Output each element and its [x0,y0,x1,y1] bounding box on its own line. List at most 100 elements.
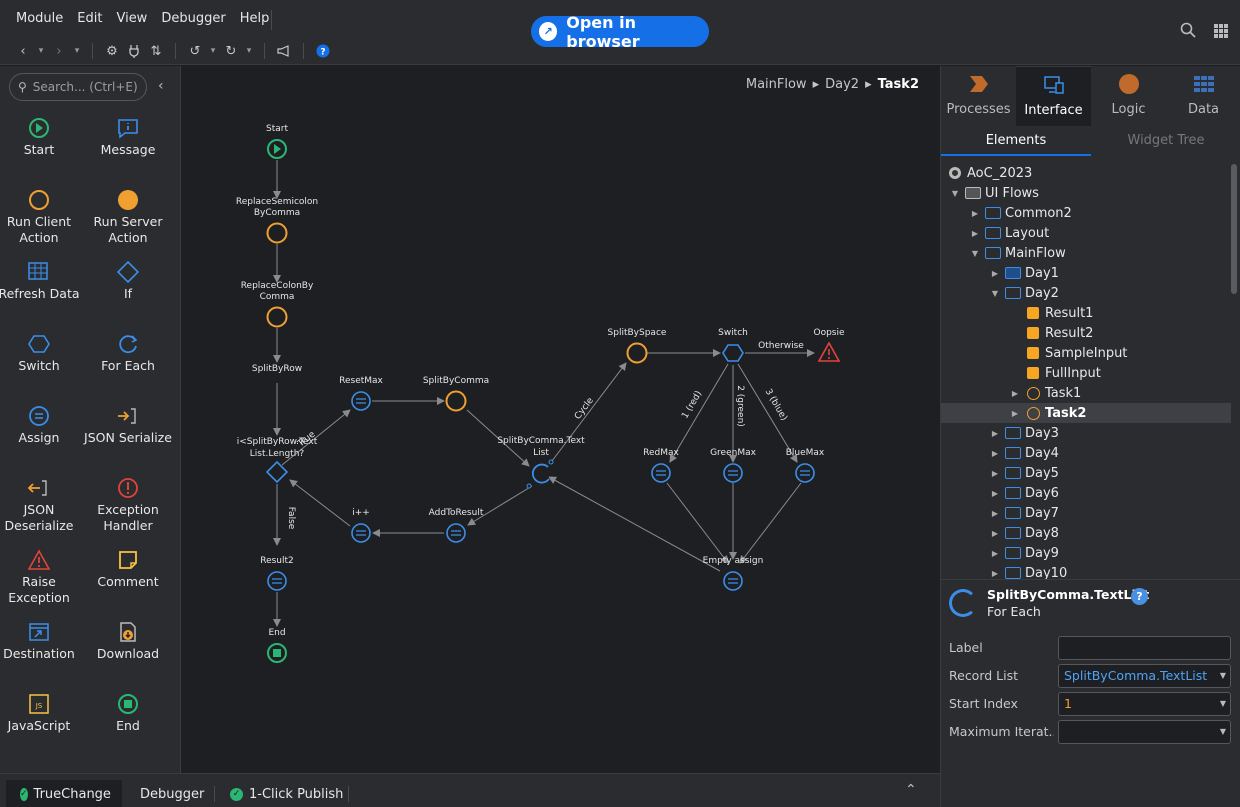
tab-truechange[interactable]: ✓ TrueChange [6,780,122,807]
back-dropdown-icon[interactable]: ▾ [34,42,48,60]
apps-grid-icon[interactable] [1214,24,1228,38]
collapse-toolbox-icon[interactable]: ‹ [158,78,164,94]
tool-javascript[interactable]: JS JavaScript [0,692,84,734]
node-red-max[interactable] [651,463,671,483]
node-replace-colon[interactable] [266,306,288,328]
tree-scrollbar[interactable] [1231,164,1237,294]
tool-download[interactable]: Download [83,620,173,662]
redo-icon[interactable]: ↻ [220,42,242,60]
tab-logic[interactable]: Logic [1091,66,1166,126]
undo-dropdown-icon[interactable]: ▾ [206,42,220,60]
tree-item[interactable]: ▶ Day4 [941,443,1231,463]
label-field[interactable] [1058,636,1231,660]
node-split-by-space[interactable] [626,342,648,364]
chevron-right-icon[interactable]: ▶ [969,209,981,218]
node-end[interactable] [267,643,287,663]
open-in-browser-button[interactable]: ↗ Open in browser [531,13,709,51]
megaphone-icon[interactable] [273,42,295,60]
tool-if[interactable]: If [83,260,173,302]
tool-run-client-action[interactable]: Run Client Action [0,188,84,246]
tree-item[interactable]: ▶ Day8 [941,523,1231,543]
tree-item[interactable]: ▶ Day7 [941,503,1231,523]
tool-assign[interactable]: Assign [0,404,84,446]
node-split-by-comma[interactable] [445,390,467,412]
chevron-right-icon[interactable]: ▶ [989,489,1001,498]
tree-item[interactable]: ▼ Day2 [941,283,1231,303]
tree-item[interactable]: ▶ Day1 [941,263,1231,283]
menu-debugger[interactable]: Debugger [161,11,225,26]
tree-item[interactable]: ▶ Layout [941,223,1231,243]
record-list-field[interactable]: SplitByComma.TextList ▼ [1058,664,1231,688]
tree-item[interactable]: ▶ Day10 [941,563,1231,579]
menu-edit[interactable]: Edit [77,11,102,26]
tree-item[interactable]: Result1 [941,303,1231,323]
back-icon[interactable]: ‹ [12,42,34,60]
menu-help[interactable]: Help [240,11,270,26]
tab-debugger[interactable]: Debugger [126,780,218,807]
tool-comment[interactable]: Comment [83,548,173,590]
tool-json-deserialize[interactable]: JSON Deserialize [0,476,84,534]
chevron-down-icon[interactable]: ▼ [949,189,961,198]
chevron-right-icon[interactable]: ▶ [989,469,1001,478]
search-icon[interactable] [1180,22,1196,42]
menu-module[interactable]: Module [16,11,63,26]
node-start[interactable] [267,139,287,159]
help-icon[interactable]: ? [1131,588,1148,605]
chevron-right-icon[interactable]: ▶ [989,509,1001,518]
chevron-down-icon[interactable]: ▼ [969,249,981,258]
tool-exception-handler[interactable]: Exception Handler [83,476,173,534]
node-blue-max[interactable] [795,463,815,483]
tool-destination[interactable]: Destination [0,620,84,662]
node-empty-assign[interactable] [723,571,743,591]
tab-interface[interactable]: Interface [1016,66,1091,126]
chevron-right-icon[interactable]: ▶ [1009,409,1021,418]
node-add-to-result[interactable] [446,523,466,543]
chevron-right-icon[interactable]: ▶ [989,269,1001,278]
node-result2[interactable] [267,571,287,591]
chevron-down-icon[interactable]: ▼ [1220,699,1226,708]
help-icon[interactable]: ? [312,42,334,60]
node-reset-max[interactable] [351,391,371,411]
tree-item[interactable]: ▶ Common2 [941,203,1231,223]
tool-raise-exception[interactable]: Raise Exception [0,548,84,606]
tree-item[interactable]: ▼ UI Flows [941,183,1231,203]
plug-icon[interactable] [123,42,145,60]
node-replace-semicolon[interactable] [266,222,288,244]
tool-switch[interactable]: Switch [0,332,84,374]
chevron-right-icon[interactable]: ▶ [989,429,1001,438]
tab-one-click-publish[interactable]: ✓ 1-Click Publish [216,780,357,807]
node-i-plus[interactable] [351,523,371,543]
chevron-right-icon[interactable]: ▶ [989,449,1001,458]
tree-item[interactable]: FullInput [941,363,1231,383]
chevron-right-icon[interactable]: ▶ [989,569,1001,578]
tool-json-serialize[interactable]: JSON Serialize [83,404,173,446]
node-foreach[interactable] [526,459,554,489]
tree-item[interactable]: Result2 [941,323,1231,343]
max-iterations-field[interactable]: ▼ [1058,720,1231,744]
node-if[interactable] [265,460,289,484]
undo-icon[interactable]: ↺ [184,42,206,60]
settings-icon[interactable]: ⚙ [101,42,123,60]
chevron-up-icon[interactable]: ⌃ [905,782,917,798]
flow-canvas[interactable]: MainFlow ▸ Day2 ▸ Task2 Start ReplaceSem… [182,66,939,773]
tree-item[interactable]: AoC_2023 [941,163,1231,183]
start-index-field[interactable]: 1 ▼ [1058,692,1231,716]
tool-for-each[interactable]: For Each [83,332,173,374]
toolbox-search-input[interactable]: ⚲ Search... (Ctrl+E) [9,73,147,101]
tree-item[interactable]: ▶ Day9 [941,543,1231,563]
tab-processes[interactable]: Processes [941,66,1016,126]
redo-dropdown-icon[interactable]: ▾ [242,42,256,60]
tool-refresh-data[interactable]: Refresh Data [0,260,84,302]
node-green-max[interactable] [723,463,743,483]
chevron-down-icon[interactable]: ▼ [1220,727,1226,736]
tree-item[interactable]: ▶ Day5 [941,463,1231,483]
node-oopsie[interactable] [817,341,841,362]
chevron-right-icon[interactable]: ▶ [969,229,981,238]
chevron-right-icon[interactable]: ▶ [989,529,1001,538]
tree-item[interactable]: ▶ Task1 [941,383,1231,403]
chevron-right-icon[interactable]: ▶ [989,549,1001,558]
tree-item[interactable]: SampleInput [941,343,1231,363]
tool-run-server-action[interactable]: Run Server Action [83,188,173,246]
tree-item-selected[interactable]: ▶ Task2 [941,403,1231,423]
chevron-right-icon[interactable]: ▶ [1009,389,1021,398]
